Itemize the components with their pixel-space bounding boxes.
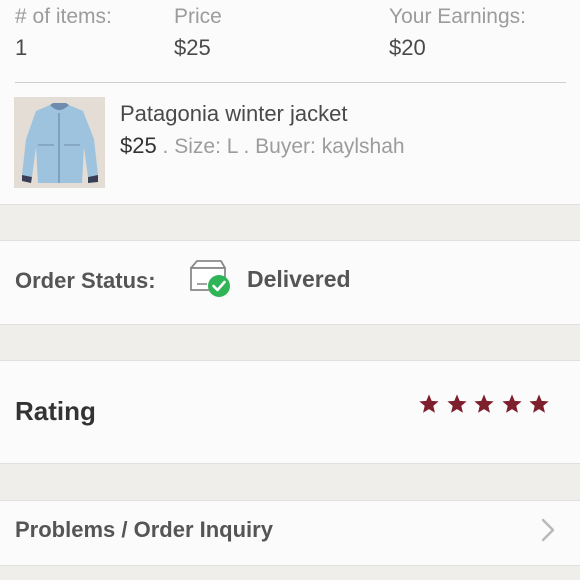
order-status-label: Order Status: — [15, 268, 156, 293]
problems-label[interactable]: Problems / Order Inquiry — [15, 517, 273, 543]
meta-separator: . — [156, 135, 175, 158]
rating-stars — [418, 393, 556, 417]
price-column: Price $25 — [174, 4, 222, 62]
items-count-column: # of items: 1 — [15, 4, 112, 62]
item-buyer: Buyer: kaylshah — [255, 135, 405, 158]
order-summary-panel: # of items: 1 Price $25 Your Earnings: $… — [0, 0, 580, 205]
star-icon — [419, 394, 439, 413]
price-value: $25 — [174, 35, 211, 60]
item-meta: $25 . Size: L . Buyer: kaylshah — [120, 132, 405, 161]
star-icon — [529, 394, 549, 413]
items-count-label: # of items: — [15, 5, 112, 28]
earnings-value: $20 — [389, 35, 426, 60]
chevron-right-icon[interactable] — [540, 517, 556, 543]
earnings-label: Your Earnings: — [389, 5, 526, 28]
meta-separator: . — [237, 135, 256, 158]
items-count-value: 1 — [15, 35, 28, 60]
star-icon — [446, 394, 467, 413]
star-icon — [501, 394, 522, 413]
order-status-value: Delivered — [247, 266, 351, 292]
summary-divider — [15, 82, 566, 83]
item-price: $25 — [120, 133, 157, 158]
earnings-column: Your Earnings: $20 — [389, 4, 526, 62]
star-icon — [474, 394, 494, 413]
item-size: Size: L — [174, 135, 238, 158]
rating-label: Rating — [15, 396, 96, 426]
price-label: Price — [174, 5, 222, 28]
box-check-icon — [190, 260, 230, 297]
jacket-photo-icon — [14, 97, 105, 188]
item-thumbnail[interactable] — [14, 97, 105, 188]
item-title[interactable]: Patagonia winter jacket — [120, 100, 347, 128]
